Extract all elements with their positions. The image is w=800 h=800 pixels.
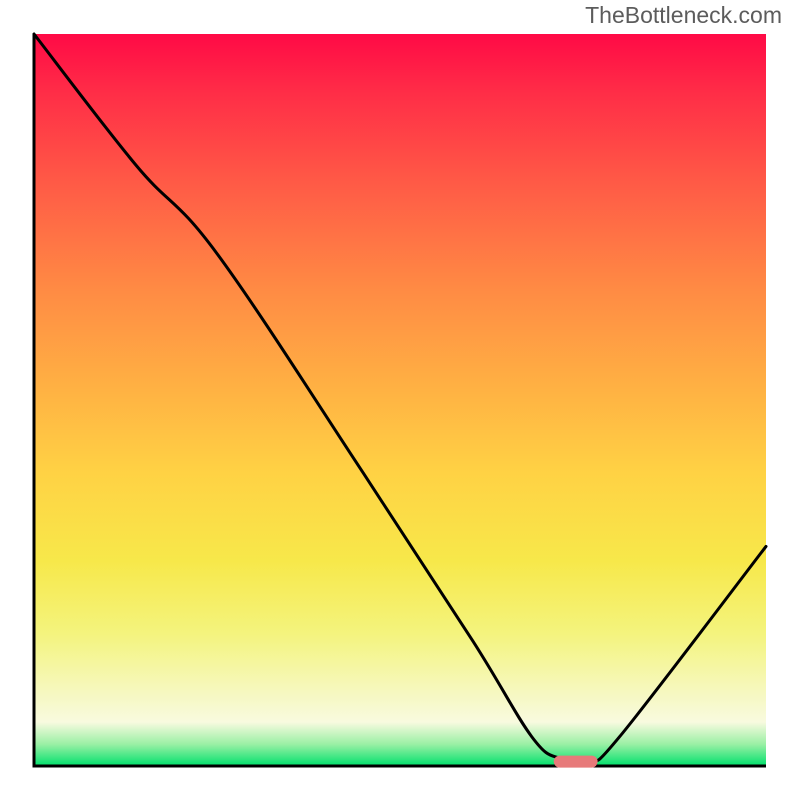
chart-container: TheBottleneck.com: [0, 0, 800, 800]
chart-svg-layer: [0, 0, 800, 800]
watermark-text: TheBottleneck.com: [585, 2, 782, 29]
bottleneck-curve: [34, 34, 766, 762]
chart-axes: [34, 34, 766, 766]
optimal-zone-marker: [554, 756, 598, 768]
